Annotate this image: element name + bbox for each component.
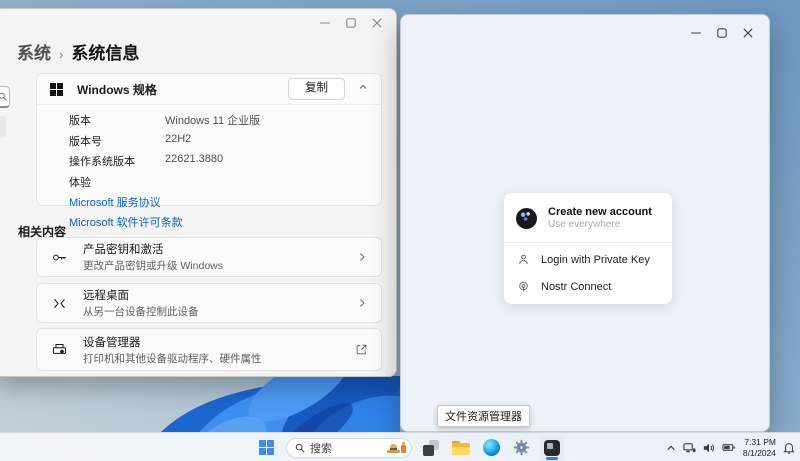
divider <box>504 242 672 243</box>
remote-desktop-icon <box>50 295 68 312</box>
edge-icon <box>483 439 500 456</box>
search-placeholder: 搜索 <box>310 440 332 456</box>
page-title: 系统信息 <box>71 39 139 64</box>
clock-time: 7:31 PM <box>743 437 776 448</box>
login-window: Create new account Use everywhere Login … <box>400 14 770 432</box>
nostr-connect-item[interactable]: Nostr Connect <box>504 273 672 300</box>
login-menu: Create new account Use everywhere Login … <box>504 193 672 304</box>
external-link-icon <box>355 343 368 356</box>
edge-button[interactable] <box>480 437 502 459</box>
wallpaper-bloom <box>106 376 400 432</box>
chevron-right-icon <box>356 251 368 263</box>
notifications-bell-icon[interactable] <box>783 441 795 454</box>
settings-window: 系统 › 系统信息 Windows 规格 复制 版本 Windows 11 企业… <box>0 8 397 377</box>
file-explorer-button[interactable] <box>450 437 472 459</box>
breadcrumb-separator-icon: › <box>59 47 63 62</box>
avatar <box>516 208 537 229</box>
battery-icon[interactable] <box>722 442 736 453</box>
folder-icon <box>452 441 470 455</box>
network-icon[interactable] <box>683 442 696 454</box>
volume-icon[interactable] <box>703 442 715 454</box>
related-item-remote-desktop[interactable]: 远程桌面 从另一台设备控制此设备 <box>36 283 382 323</box>
spec-row-experience: 体验 <box>69 174 371 190</box>
copy-button[interactable]: 复制 <box>288 78 345 100</box>
settings-nav-selected-stub[interactable] <box>0 116 6 138</box>
tray-clock[interactable]: 7:31 PM 8/1/2024 <box>743 437 776 458</box>
tray-chevron-up-icon[interactable] <box>666 443 676 453</box>
spec-card-title: Windows 规格 <box>77 81 157 98</box>
person-icon <box>516 253 531 266</box>
windows-logo-icon <box>50 83 63 96</box>
search-highlight-icon <box>387 442 406 453</box>
search-icon <box>295 443 305 453</box>
related-item-device-manager[interactable]: 设备管理器 打印机和其他设备驱动程序、硬件属性 <box>36 328 382 371</box>
active-app-indicator <box>546 457 558 460</box>
clock-date: 8/1/2024 <box>743 448 776 459</box>
maximize-icon[interactable] <box>338 15 364 31</box>
breadcrumb: 系统 › 系统信息 <box>17 39 139 64</box>
task-view-icon <box>423 440 439 456</box>
maximize-icon[interactable] <box>709 25 735 41</box>
settings-search-input[interactable] <box>0 86 10 108</box>
taskbar: 搜索 <box>0 432 800 461</box>
related-item-activation[interactable]: 产品密钥和激活 更改产品密钥或升级 Windows <box>36 237 382 277</box>
windows-start-icon <box>259 440 275 456</box>
desktop: 系统 › 系统信息 Windows 规格 复制 版本 Windows 11 企业… <box>0 0 800 461</box>
close-icon[interactable] <box>364 15 390 31</box>
login-private-key-item[interactable]: Login with Private Key <box>504 246 672 273</box>
gear-icon <box>513 439 530 456</box>
nostr-connect-icon <box>516 280 531 293</box>
chevron-up-icon[interactable] <box>357 80 369 98</box>
start-button[interactable] <box>256 437 278 459</box>
task-view-button[interactable] <box>420 437 442 459</box>
spec-row-version: 版本 Windows 11 企业版 <box>69 112 371 128</box>
create-account-item[interactable]: Create new account Use everywhere <box>504 197 672 239</box>
software-license-link[interactable]: Microsoft 软件许可条款 <box>69 214 371 230</box>
breadcrumb-section[interactable]: 系统 <box>17 39 51 64</box>
taskbar-search-input[interactable]: 搜索 <box>286 438 412 458</box>
spec-row-os-build: 操作系统版本 22621.3880 <box>69 153 371 169</box>
settings-button[interactable] <box>510 437 532 459</box>
active-app-button[interactable] <box>540 435 564 461</box>
spec-row-version-number: 版本号 22H2 <box>69 133 371 149</box>
key-icon <box>50 249 68 266</box>
minimize-icon[interactable] <box>683 25 709 41</box>
minimize-icon[interactable] <box>312 15 338 31</box>
services-agreement-link[interactable]: Microsoft 服务协议 <box>69 194 371 210</box>
close-icon[interactable] <box>735 25 761 41</box>
search-icon <box>0 92 7 101</box>
chevron-right-icon <box>356 297 368 309</box>
device-manager-icon <box>50 341 68 358</box>
windows-spec-card: Windows 规格 复制 版本 Windows 11 企业版 版本号 22H2… <box>36 73 382 206</box>
nostr-app-icon <box>544 440 560 456</box>
taskbar-tooltip: 文件资源管理器 <box>437 405 530 427</box>
